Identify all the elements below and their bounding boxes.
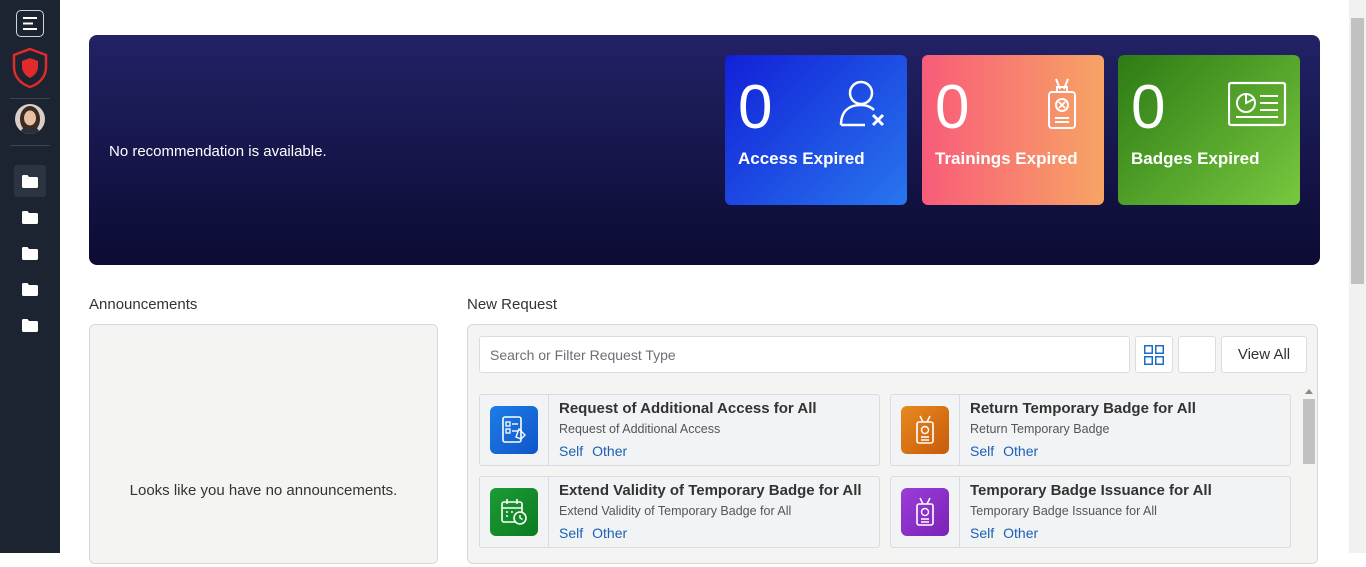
scroll-up-arrow-icon[interactable]: [1305, 389, 1313, 394]
user-avatar[interactable]: [15, 104, 45, 134]
hamburger-icon[interactable]: [16, 10, 44, 37]
checklist-icon: [490, 406, 538, 454]
self-link[interactable]: Self: [559, 525, 583, 541]
request-card-icon-area: [891, 477, 960, 547]
stat-value: 0: [738, 73, 773, 142]
calendar-clock-icon: [490, 488, 538, 536]
request-card-subtitle: Extend Validity of Temporary Badge for A…: [559, 504, 792, 518]
stat-value: 0: [1131, 73, 1166, 142]
sidebar-folder-5[interactable]: [14, 309, 46, 341]
sidebar-folder-4[interactable]: [14, 273, 46, 305]
recommendation-text: No recommendation is available.: [109, 143, 327, 160]
folder-icon: [22, 246, 38, 260]
recommendation-banner: No recommendation is available. 0 Access…: [89, 35, 1320, 265]
request-card-title: Temporary Badge Issuance for All: [970, 482, 1212, 499]
announcements-empty-text: Looks like you have no announcements.: [129, 482, 398, 499]
stat-label: Trainings Expired: [935, 149, 1078, 168]
user-x-icon: [835, 77, 895, 133]
request-card[interactable]: Request of Additional Access for All Req…: [479, 394, 880, 466]
request-card[interactable]: Extend Validity of Temporary Badge for A…: [479, 476, 880, 548]
stat-label: Badges Expired: [1131, 149, 1260, 168]
badge-icon: [901, 488, 949, 536]
request-card-title: Request of Additional Access for All: [559, 400, 817, 417]
folder-icon: [22, 210, 38, 224]
self-link[interactable]: Self: [970, 443, 994, 459]
access-expired-card[interactable]: 0 Access Expired: [725, 55, 907, 205]
sidebar-folder-1[interactable]: [14, 165, 46, 197]
sidebar: [0, 0, 60, 553]
new-request-title: New Request: [467, 296, 558, 313]
sidebar-folder-2[interactable]: [14, 201, 46, 233]
stat-value: 0: [935, 73, 970, 142]
folder-icon: [22, 174, 38, 188]
badge-icon: [901, 406, 949, 454]
request-card-links: Self Other: [559, 443, 636, 459]
request-card-subtitle: Request of Additional Access: [559, 422, 721, 436]
other-link[interactable]: Other: [1003, 525, 1038, 541]
other-link[interactable]: Other: [1003, 443, 1038, 459]
grid-icon: [1144, 344, 1164, 365]
badges-expired-card[interactable]: 0 Badges Expired: [1118, 55, 1300, 205]
other-link[interactable]: Other: [592, 443, 627, 459]
page-scrollbar-thumb[interactable]: [1351, 18, 1364, 284]
page-scrollbar[interactable]: [1349, 0, 1366, 553]
request-card[interactable]: Temporary Badge Issuance for All Tempora…: [890, 476, 1291, 548]
grid-view-button[interactable]: [1135, 336, 1173, 373]
announcements-title: Announcements: [89, 296, 198, 313]
request-card-subtitle: Temporary Badge Issuance for All: [970, 504, 1157, 518]
sidebar-divider: [10, 98, 50, 99]
request-card-icon-area: [891, 395, 960, 465]
view-all-button[interactable]: View All: [1221, 336, 1307, 373]
request-card-icon-area: [480, 477, 549, 547]
self-link[interactable]: Self: [970, 525, 994, 541]
list-view-button[interactable]: [1178, 336, 1216, 373]
request-card[interactable]: Return Temporary Badge for All Return Te…: [890, 394, 1291, 466]
request-card-links: Self Other: [559, 525, 636, 541]
trainings-expired-card[interactable]: 0 Trainings Expired: [922, 55, 1104, 205]
announcements-panel: Looks like you have no announcements.: [89, 324, 438, 564]
other-link[interactable]: Other: [592, 525, 627, 541]
folder-icon: [22, 282, 38, 296]
self-link[interactable]: Self: [559, 443, 583, 459]
shield-icon[interactable]: [11, 47, 49, 89]
new-request-panel: View All Request of Additional Access fo…: [467, 324, 1318, 564]
badge-x-icon: [1032, 77, 1092, 133]
request-list-scrollbar[interactable]: [1302, 387, 1316, 567]
request-list-scrollbar-thumb[interactable]: [1303, 399, 1315, 464]
id-card-icon: [1227, 77, 1288, 133]
request-card-title: Return Temporary Badge for All: [970, 400, 1196, 417]
folder-icon: [22, 318, 38, 332]
sidebar-divider: [10, 145, 50, 146]
request-search-input[interactable]: [479, 336, 1130, 373]
request-card-links: Self Other: [970, 525, 1047, 541]
stat-label: Access Expired: [738, 149, 865, 168]
request-card-icon-area: [480, 395, 549, 465]
request-card-links: Self Other: [970, 443, 1047, 459]
request-card-subtitle: Return Temporary Badge: [970, 422, 1110, 436]
request-card-title: Extend Validity of Temporary Badge for A…: [559, 482, 862, 499]
sidebar-folder-3[interactable]: [14, 237, 46, 269]
